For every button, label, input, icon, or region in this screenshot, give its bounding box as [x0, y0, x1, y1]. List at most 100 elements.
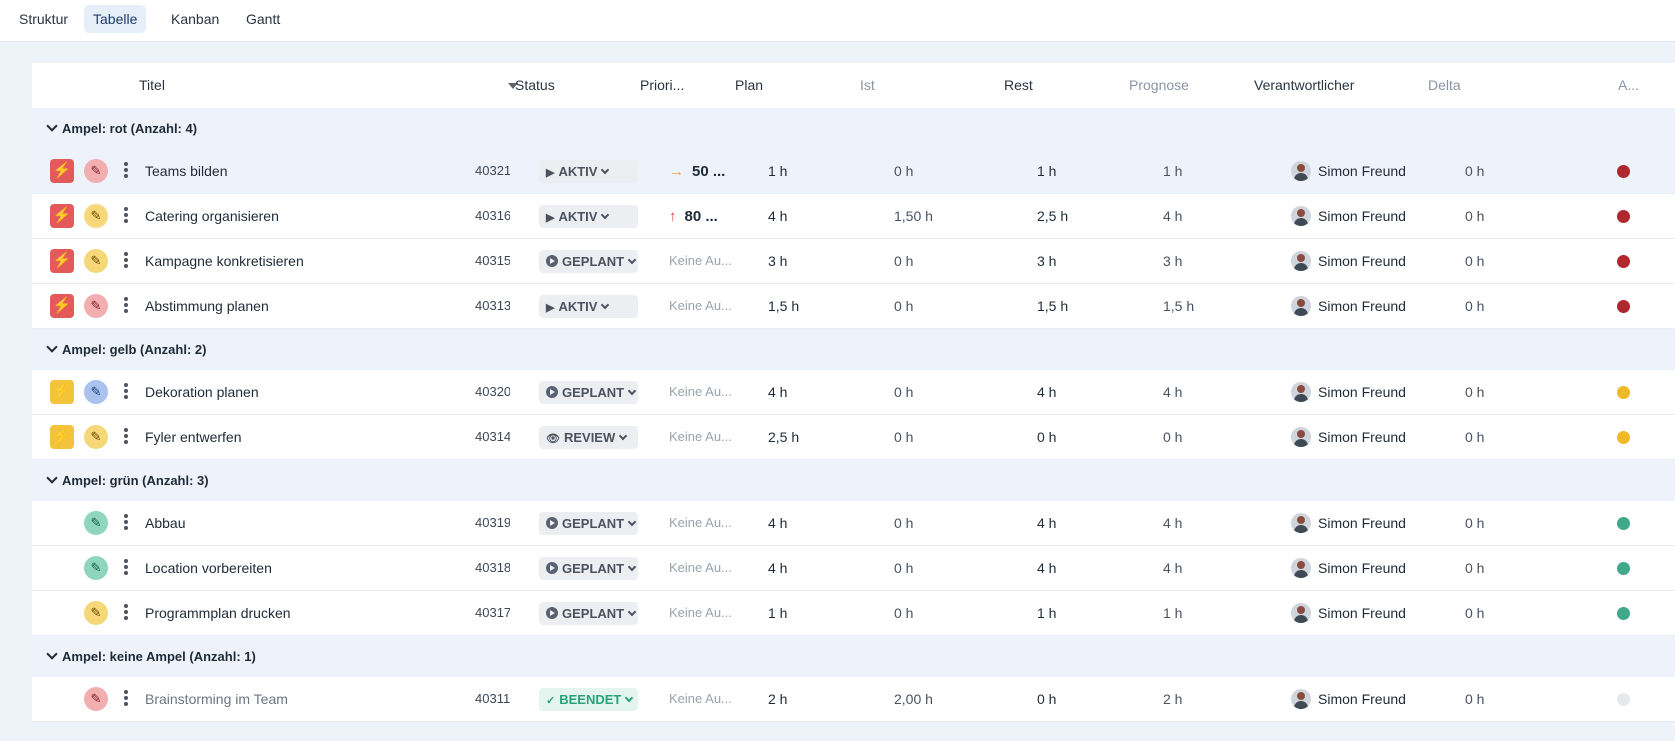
plan-value[interactable]: 1 h [768, 149, 868, 193]
priority-value[interactable]: Keine Au... [669, 284, 744, 328]
avatar[interactable] [1291, 296, 1311, 316]
group-header[interactable]: Ampel: grün (Anzahl: 3) [32, 460, 1675, 501]
edit-pencil-icon[interactable]: ✎ [84, 380, 108, 404]
ampel-status-dot[interactable] [1617, 562, 1630, 575]
priority-value[interactable]: Keine Au... [669, 546, 744, 590]
plan-value[interactable]: 4 h [768, 546, 868, 590]
priority-value[interactable]: Keine Au... [669, 239, 744, 283]
more-options-icon[interactable] [123, 428, 129, 448]
ampel-status-dot[interactable] [1617, 210, 1630, 223]
rest-value[interactable]: 4 h [1037, 501, 1137, 545]
more-options-icon[interactable] [123, 207, 129, 227]
more-options-icon[interactable] [123, 604, 129, 624]
status-dropdown[interactable]: GEPLANT [539, 602, 638, 625]
responsible-name[interactable]: Simon Freund [1318, 194, 1458, 238]
edit-pencil-icon[interactable]: ✎ [84, 687, 108, 711]
status-dropdown[interactable]: ▶ AKTIV [539, 295, 638, 318]
chevron-down-icon[interactable] [46, 120, 58, 132]
task-title[interactable]: Fyler entwerfen [145, 415, 445, 459]
status-dropdown[interactable]: GEPLANT [539, 250, 638, 273]
tab-gantt[interactable]: Gantt [237, 5, 289, 33]
priority-value[interactable]: Keine Au... [669, 370, 744, 414]
status-dropdown[interactable]: ▶ AKTIV [539, 205, 638, 228]
lightning-icon[interactable]: ⚡ [50, 294, 74, 318]
priority-value[interactable]: Keine Au... [669, 415, 744, 459]
avatar[interactable] [1291, 603, 1311, 623]
rest-value[interactable]: 4 h [1037, 546, 1137, 590]
rest-value[interactable]: 1 h [1037, 149, 1137, 193]
more-options-icon[interactable] [123, 162, 129, 182]
plan-value[interactable]: 4 h [768, 501, 868, 545]
ampel-status-dot[interactable] [1617, 255, 1630, 268]
table-row[interactable]: ⚡ ✎ Kampagne konkretisieren 40315 GEPLANT Kei… [32, 239, 1675, 284]
avatar[interactable] [1291, 251, 1311, 271]
rest-value[interactable]: 4 h [1037, 370, 1137, 414]
lightning-icon[interactable]: ⚡ [50, 380, 74, 404]
group-header[interactable]: Ampel: rot (Anzahl: 4) [32, 108, 1675, 149]
responsible-name[interactable]: Simon Freund [1318, 546, 1458, 590]
edit-pencil-icon[interactable]: ✎ [84, 159, 108, 183]
rest-value[interactable]: 1,5 h [1037, 284, 1137, 328]
status-dropdown[interactable]: GEPLANT [539, 557, 638, 580]
priority-value[interactable]: Keine Au... [669, 677, 744, 721]
column-header-ampel[interactable]: A... [1618, 63, 1658, 108]
status-dropdown[interactable]: ▶ AKTIV [539, 160, 638, 183]
ampel-status-dot[interactable] [1617, 607, 1630, 620]
table-row[interactable]: ⚡ ✎ Catering organisieren 40316 ▶ AKTIV ↑ 80 ..… [32, 194, 1675, 239]
tab-kanban[interactable]: Kanban [162, 5, 228, 33]
responsible-name[interactable]: Simon Freund [1318, 370, 1458, 414]
lightning-icon[interactable]: ⚡ [50, 249, 74, 273]
group-label[interactable]: Ampel: rot (Anzahl: 4) [46, 108, 197, 149]
plan-value[interactable]: 4 h [768, 194, 868, 238]
chevron-down-icon[interactable] [46, 341, 58, 353]
status-dropdown[interactable]: GEPLANT [539, 381, 638, 404]
rest-value[interactable]: 0 h [1037, 415, 1137, 459]
tab-tabelle[interactable]: Tabelle [84, 5, 147, 33]
more-options-icon[interactable] [123, 383, 129, 403]
avatar[interactable] [1291, 558, 1311, 578]
lightning-icon[interactable]: ⚡ [50, 159, 74, 183]
more-options-icon[interactable] [123, 252, 129, 272]
rest-value[interactable]: 1 h [1037, 591, 1137, 635]
plan-value[interactable]: 2,5 h [768, 415, 868, 459]
column-header-prognose[interactable]: Prognose [1129, 63, 1249, 108]
responsible-name[interactable]: Simon Freund [1318, 677, 1458, 721]
column-header-verantwortlicher[interactable]: Verantwortlicher [1254, 63, 1414, 108]
table-row[interactable]: ⚡ ✎ Fyler entwerfen 40314 👁 REVIEW Keine Au...… [32, 415, 1675, 460]
group-label[interactable]: Ampel: grün (Anzahl: 3) [46, 460, 209, 501]
more-options-icon[interactable] [123, 690, 129, 710]
more-options-icon[interactable] [123, 514, 129, 534]
plan-value[interactable]: 1 h [768, 591, 868, 635]
task-title[interactable]: Teams bilden [145, 149, 445, 193]
rest-value[interactable]: 0 h [1037, 677, 1137, 721]
edit-pencil-icon[interactable]: ✎ [84, 425, 108, 449]
avatar[interactable] [1291, 689, 1311, 709]
responsible-name[interactable]: Simon Freund [1318, 415, 1458, 459]
column-header-prioritaet[interactable]: Priori... [640, 63, 720, 108]
task-title[interactable]: Dekoration planen [145, 370, 445, 414]
avatar[interactable] [1291, 206, 1311, 226]
priority-value[interactable]: Keine Au... [669, 501, 744, 545]
group-label[interactable]: Ampel: gelb (Anzahl: 2) [46, 329, 206, 370]
ampel-status-dot[interactable] [1617, 386, 1630, 399]
table-row[interactable]: ⚡ ✎ Abstimmung planen 40313 ▶ AKTIV Keine Au..… [32, 284, 1675, 329]
edit-pencil-icon[interactable]: ✎ [84, 204, 108, 228]
avatar[interactable] [1291, 161, 1311, 181]
responsible-name[interactable]: Simon Freund [1318, 591, 1458, 635]
table-row[interactable]: ✎ Abbau 40319 GEPLANT Keine Au... 4 h 0 h 4 h 4 … [32, 501, 1675, 546]
ampel-status-dot[interactable] [1617, 517, 1630, 530]
ampel-status-dot[interactable] [1617, 165, 1630, 178]
priority-value[interactable]: Keine Au... [669, 591, 744, 635]
edit-pencil-icon[interactable]: ✎ [84, 294, 108, 318]
table-row[interactable]: ✎ Location vorbereiten 40318 GEPLANT Keine A… [32, 546, 1675, 591]
edit-pencil-icon[interactable]: ✎ [84, 601, 108, 625]
task-title[interactable]: Catering organisieren [145, 194, 445, 238]
responsible-name[interactable]: Simon Freund [1318, 149, 1458, 193]
column-header-rest[interactable]: Rest [1004, 63, 1104, 108]
avatar[interactable] [1291, 513, 1311, 533]
task-title[interactable]: Abstimmung planen [145, 284, 445, 328]
table-row[interactable]: ✎ Brainstorming im Team 40311 ✓ BEENDET Keine… [32, 677, 1675, 722]
group-header[interactable]: Ampel: keine Ampel (Anzahl: 1) [32, 636, 1675, 677]
edit-pencil-icon[interactable]: ✎ [84, 249, 108, 273]
column-header-delta[interactable]: Delta [1428, 63, 1528, 108]
